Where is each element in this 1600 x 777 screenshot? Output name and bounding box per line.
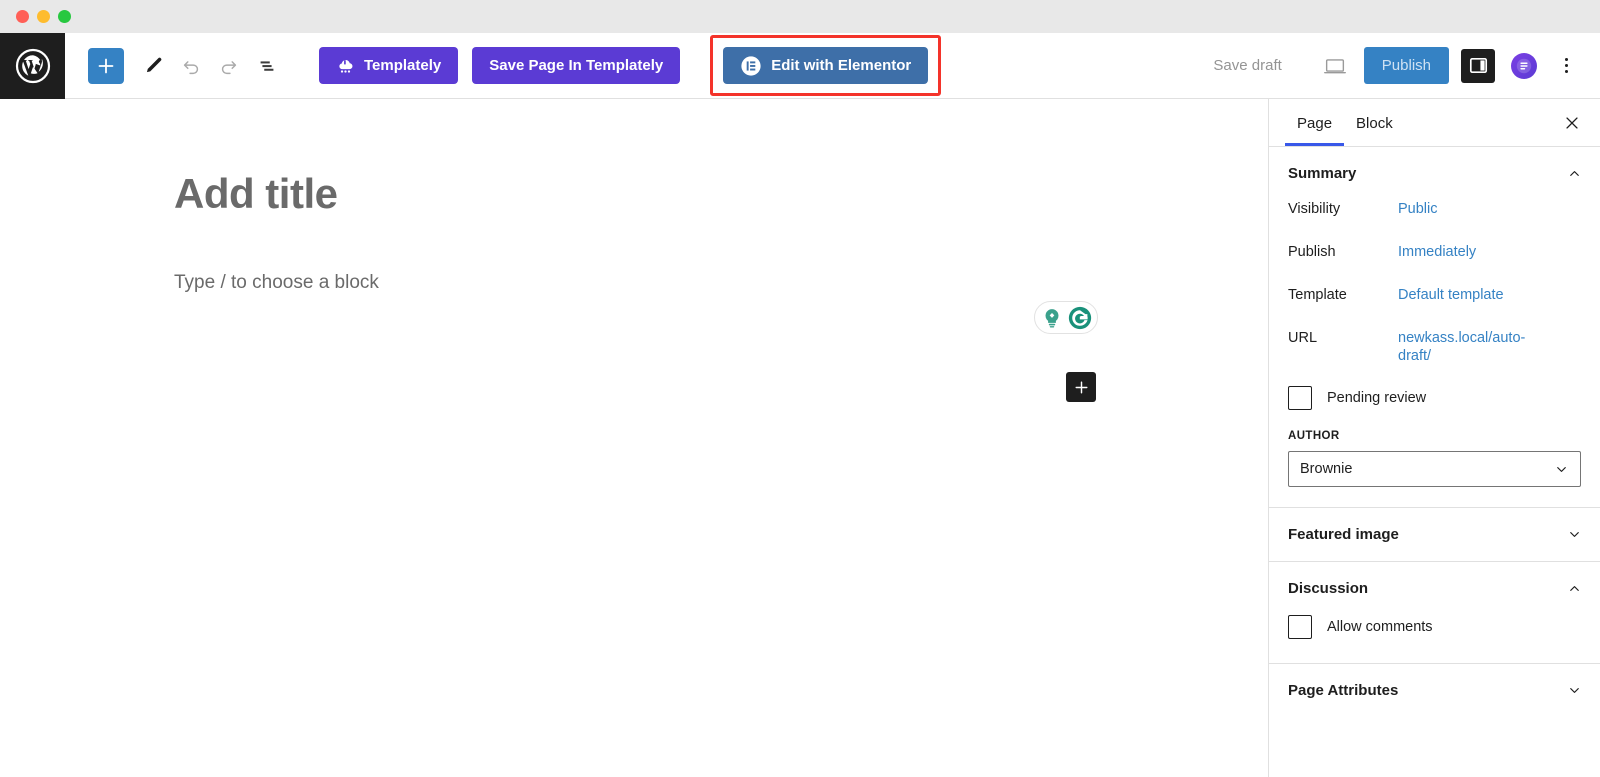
plus-icon [1075, 381, 1087, 393]
settings-sidebar: Page Block Summary Visibility Public Pub… [1268, 99, 1600, 777]
publish-row: Publish Immediately [1288, 243, 1581, 265]
allow-comments-checkbox[interactable] [1288, 615, 1312, 640]
author-select-value: Brownie [1300, 461, 1353, 478]
window-chrome [0, 0, 1600, 33]
publish-value[interactable]: Immediately [1398, 243, 1476, 261]
featured-image-panel-title: Featured image [1288, 526, 1399, 544]
toolbar-right-tools: Save draft Publish [1201, 47, 1600, 85]
publish-label: Publish [1288, 244, 1336, 260]
post-content-area: Add title Type / to choose a block [0, 99, 1268, 294]
author-select[interactable]: Brownie [1288, 451, 1581, 488]
close-sidebar-button[interactable] [1558, 109, 1586, 137]
chevron-down-icon [1557, 466, 1566, 472]
templately-cloud-icon [339, 60, 353, 73]
elementor-icon [741, 55, 761, 76]
default-block-placeholder[interactable]: Type / to choose a block [174, 272, 1268, 294]
save-page-templately-button[interactable]: Save Page In Templately [472, 47, 681, 84]
toolbar-left-tools [88, 47, 286, 85]
preview-button[interactable] [1316, 47, 1354, 85]
redo-button[interactable] [210, 47, 248, 85]
template-value[interactable]: Default template [1398, 286, 1504, 304]
edit-with-elementor-button[interactable]: Edit with Elementor [723, 47, 929, 84]
traffic-lights [16, 10, 71, 23]
sidebar-panel-icon [1469, 58, 1487, 73]
tab-page[interactable]: Page [1285, 101, 1345, 146]
visibility-value[interactable]: Public [1398, 200, 1438, 218]
plus-icon [98, 58, 114, 73]
wordpress-icon [15, 48, 50, 83]
publish-button[interactable]: Publish [1363, 47, 1449, 84]
maximize-window-button[interactable] [58, 10, 71, 23]
jetpack-icon [1516, 58, 1532, 73]
preview-desktop-icon [1323, 58, 1346, 73]
jetpack-avatar[interactable] [1511, 52, 1537, 79]
writing-assistant-badge [1034, 301, 1098, 334]
template-row: Template Default template [1288, 286, 1581, 308]
discussion-panel-header[interactable]: Discussion [1269, 562, 1600, 615]
visibility-row: Visibility Public [1288, 200, 1581, 222]
template-label: Template [1288, 287, 1347, 303]
document-overview-button[interactable] [248, 47, 286, 85]
undo-button[interactable] [172, 47, 210, 85]
allow-comments-label: Allow comments [1327, 619, 1433, 636]
tab-block[interactable]: Block [1344, 101, 1405, 145]
visibility-label: Visibility [1288, 201, 1341, 217]
chevron-up-icon [1570, 171, 1579, 176]
chevron-up-icon [1570, 586, 1579, 592]
close-window-button[interactable] [16, 10, 29, 23]
pending-review-label: Pending review [1327, 390, 1427, 407]
author-field-label: AUTHOR [1288, 430, 1340, 443]
url-value[interactable]: newkass.local/auto-draft/ [1398, 329, 1526, 365]
kebab-dot-icon [1564, 58, 1568, 61]
post-title-input[interactable]: Add title [174, 170, 1268, 217]
elementor-button-highlight: Edit with Elementor [710, 35, 942, 96]
allow-comments-row[interactable]: Allow comments [1288, 615, 1581, 640]
edit-with-elementor-label: Edit with Elementor [771, 57, 912, 74]
kebab-dot-icon [1564, 64, 1568, 67]
page-attributes-panel-title: Page Attributes [1288, 682, 1399, 700]
discussion-panel-title: Discussion [1288, 580, 1369, 598]
templately-button[interactable]: Templately [319, 47, 459, 84]
list-view-icon [260, 60, 274, 71]
kebab-dot-icon [1564, 70, 1568, 73]
add-block-button[interactable] [1066, 372, 1096, 402]
url-row: URL newkass.local/auto-draft/ [1288, 329, 1581, 365]
summary-panel-title: Summary [1288, 165, 1357, 182]
editor-canvas[interactable]: Add title Type / to choose a block [0, 99, 1268, 777]
block-inserter-button[interactable] [88, 47, 124, 84]
save-page-templately-label: Save Page In Templately [489, 57, 664, 74]
grammarly-g-icon[interactable] [1067, 305, 1093, 331]
minimize-window-button[interactable] [37, 10, 50, 23]
summary-panel-body: Visibility Public Publish Immediately Te… [1269, 200, 1600, 507]
templately-button-label: Templately [364, 57, 442, 74]
wordpress-logo-button[interactable] [0, 32, 65, 99]
chevron-down-icon [1570, 688, 1579, 694]
settings-sidebar-toggle[interactable] [1461, 48, 1495, 83]
pending-review-checkbox[interactable] [1288, 386, 1312, 411]
url-label: URL [1288, 330, 1318, 346]
plugin-buttons-group: Templately Save Page In Templately Edit … [319, 35, 942, 96]
tools-pencil-button[interactable] [134, 47, 172, 85]
summary-panel-header[interactable]: Summary [1269, 147, 1600, 200]
close-icon [1566, 116, 1578, 129]
lightbulb-icon[interactable] [1039, 305, 1065, 331]
save-draft-button[interactable]: Save draft [1201, 49, 1293, 82]
page-attributes-panel-header[interactable]: Page Attributes [1269, 664, 1600, 717]
redo-icon [221, 60, 237, 74]
editor-toolbar: Templately Save Page In Templately Edit … [0, 32, 1600, 99]
options-menu-button[interactable] [1549, 49, 1583, 83]
sidebar-tab-bar: Page Block [1269, 99, 1600, 147]
pencil-icon [146, 57, 162, 72]
undo-icon [183, 60, 199, 74]
featured-image-panel-header[interactable]: Featured image [1269, 508, 1600, 561]
pending-review-row[interactable]: Pending review [1288, 386, 1581, 411]
chevron-down-icon [1570, 532, 1579, 538]
discussion-panel-body: Allow comments [1269, 615, 1600, 663]
